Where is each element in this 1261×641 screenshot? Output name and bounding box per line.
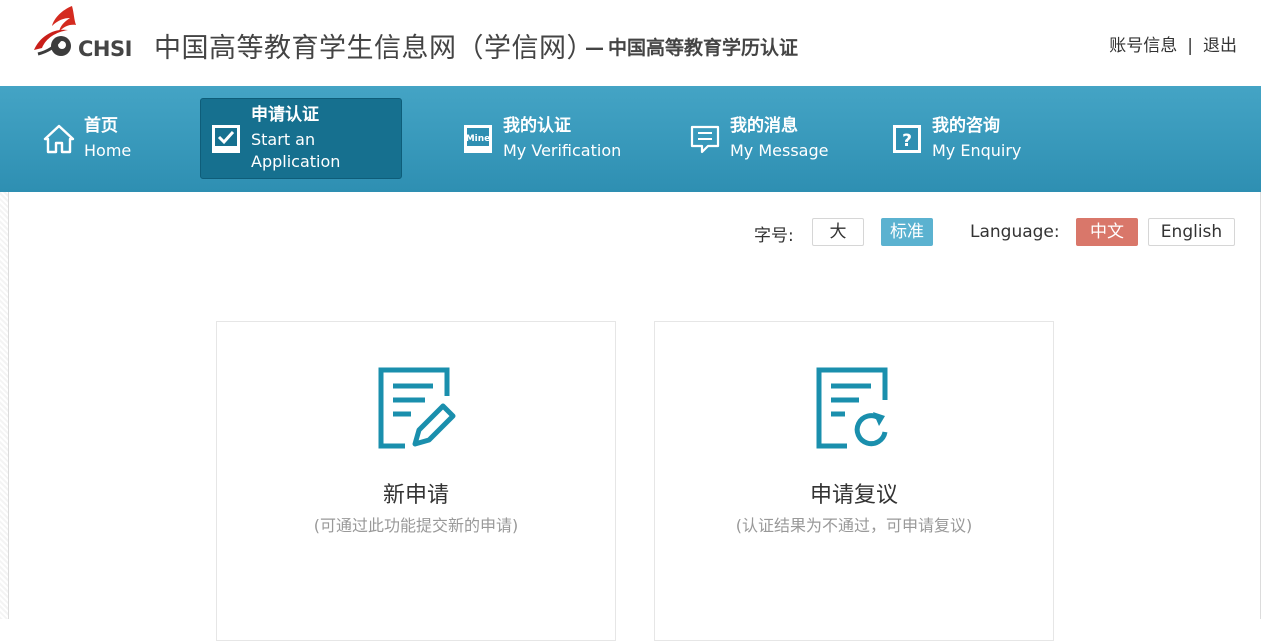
nav-apply-en: Start an Application [251,130,341,171]
nav-item-message[interactable]: 我的消息 My Message [688,98,828,179]
review-application-title: 申请复议 [809,483,898,508]
logo-text: CHSI [78,37,132,61]
font-large-button[interactable]: 大 [812,218,864,246]
main-nav: 首页 Home 申请认证 Start an Application Mine 我… [0,86,1261,192]
nav-enquiry-en: My Enquiry [932,141,1022,160]
nav-item-apply[interactable]: 申请认证 Start an Application [200,98,402,179]
subtitle-text: 中国高等教育学历认证 [608,37,799,59]
review-application-card[interactable]: 申请复议 (认证结果为不通过，可申请复议) [654,321,1054,641]
language-english-button[interactable]: English [1148,218,1235,246]
display-toolbar: 字号: 大 标准 Language: 中文 English [0,216,1261,248]
left-border-stripe [0,192,8,619]
new-application-title: 新申请 [382,483,449,508]
nav-item-verification[interactable]: Mine 我的认证 My Verification [461,98,621,179]
mine-icon: Mine [464,124,492,153]
svg-text:?: ? [902,131,912,151]
logout-link[interactable]: 退出 [1203,36,1237,56]
nav-verification-en: My Verification [503,141,622,160]
nav-home-zh: 首页 [84,116,118,136]
site-title: 中国高等教育学生信息网（学信网） [154,33,594,64]
account-info-link[interactable]: 账号信息 [1109,36,1177,56]
new-application-desc: (可通过此功能提交新的申请) [313,516,519,535]
font-standard-button[interactable]: 标准 [881,218,933,246]
nav-message-en: My Message [730,141,829,160]
font-size-label: 字号: [754,226,794,246]
language-chinese-button[interactable]: 中文 [1076,218,1138,246]
header: CHSI 中国高等教育学生信息网（学信网） — 中国高等教育学历认证 账号信息 | 退… [0,0,1261,86]
message-icon [690,125,720,153]
nav-apply-zh: 申请认证 [251,105,319,125]
site-subtitle: — 中国高等教育学历认证 [585,33,798,60]
chsi-logo[interactable]: CHSI [32,4,136,61]
nav-item-enquiry[interactable]: ? 我的咨询 My Enquiry [890,98,1021,179]
checkbox-icon [212,124,240,153]
review-application-desc: (认证结果为不通过，可申请复议) [735,516,973,535]
home-icon [43,124,75,153]
edit-form-icon [378,367,456,449]
nav-item-home[interactable]: 首页 Home [42,98,131,179]
account-links: 账号信息 | 退出 [1109,31,1237,56]
refresh-form-icon [816,367,888,449]
svg-text:Mine: Mine [466,134,491,144]
question-icon: ? [893,124,921,153]
new-application-card[interactable]: 新申请 (可通过此功能提交新的申请) [216,321,616,641]
language-label: Language: [970,222,1060,242]
nav-verification-zh: 我的认证 [503,116,571,136]
nav-message-zh: 我的消息 [730,116,798,136]
nav-enquiry-zh: 我的咨询 [932,116,1000,136]
account-separator: | [1187,36,1193,56]
subtitle-dash: — [585,37,604,59]
nav-home-en: Home [84,141,132,160]
main-content [8,192,1261,619]
